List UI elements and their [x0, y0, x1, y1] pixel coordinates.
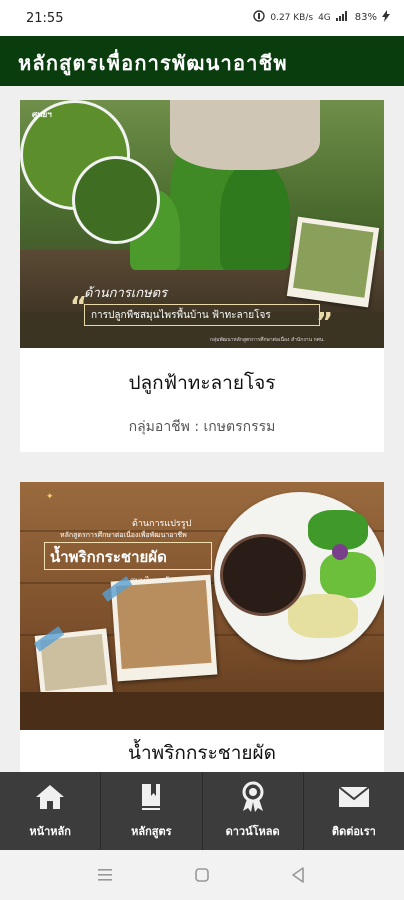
image-course-label: การปลูกพืชสมุนไพรพื้นบ้าน ฟ้าทะลายโจร: [84, 304, 320, 326]
tab-contact[interactable]: ติดต่อเรา: [304, 772, 404, 850]
alarm-icon: [253, 10, 266, 25]
signal-icon: [335, 11, 350, 24]
course-card[interactable]: ศูนย์ฯ ด้านการเกษตร “ การปลูกพืชสมุนไพรพ…: [20, 100, 384, 452]
network-speed: 0.27 KB/s: [270, 12, 314, 23]
network-type: 4G: [318, 12, 331, 23]
image-footer-text: กลุ่มพัฒนาหลักสูตรการศึกษาต่อเนื่อง สำนั…: [210, 337, 325, 343]
course-card[interactable]: ✦ ด้านการแปรรูป หลักสูตรการศึกษาต่อเนื่อ…: [20, 482, 384, 772]
tab-label: หน้าหลัก: [29, 825, 71, 838]
course-title[interactable]: น้ำพริกกระชายผัด: [20, 738, 384, 768]
course-list[interactable]: ศูนย์ฯ ด้านการเกษตร “ การปลูกพืชสมุนไพรพ…: [0, 86, 404, 772]
status-time: 21:55: [26, 11, 64, 26]
image-category-label: ด้านการแปรรูป: [132, 519, 192, 529]
tab-home[interactable]: หน้าหลัก: [0, 772, 102, 850]
home-button[interactable]: [191, 864, 213, 886]
image-course-label: น้ำพริกกระชายผัด: [50, 548, 167, 566]
seedling-tray-circle: [72, 156, 160, 244]
book-icon: [134, 780, 168, 814]
galangal-photo: [110, 574, 218, 682]
chili-paste-bowl: [220, 534, 306, 616]
course-category: กลุ่มอาชีพ : เกษตรกรรม: [128, 419, 276, 435]
course-image[interactable]: ศูนย์ฯ ด้านการเกษตร “ การปลูกพืชสมุนไพรพ…: [20, 100, 384, 348]
system-nav-bar: [0, 850, 404, 900]
publisher-logo: ศูนย์ฯ: [32, 110, 52, 119]
status-bar: 21:55 0.27 KB/s 4G 83%: [0, 0, 404, 36]
mail-icon: [337, 780, 371, 814]
course-image[interactable]: ✦ ด้านการแปรรูป หลักสูตรการศึกษาต่อเนื่อ…: [20, 482, 384, 730]
page-title: หลักสูตรเพื่อการพัฒนาอาชีพ: [18, 51, 288, 75]
charging-icon: [382, 10, 390, 25]
herb-photo: [286, 216, 380, 308]
tab-label: ติดต่อเรา: [331, 825, 376, 838]
back-button[interactable]: [287, 864, 309, 886]
course-title[interactable]: ปลูกฟ้าทะลายโจร: [20, 368, 384, 398]
battery-level: 83%: [354, 12, 377, 23]
tab-download[interactable]: ดาวน์โหลด: [203, 772, 304, 850]
image-category-label: ด้านการเกษตร: [84, 286, 168, 301]
tab-courses[interactable]: หลักสูตร: [101, 772, 203, 850]
tab-label: ดาวน์โหลด: [225, 825, 280, 838]
image-course-line: หลักสูตรการศึกษาต่อเนื่องเพื่อพัฒนาอาชีพ: [60, 531, 187, 539]
status-indicators: 0.27 KB/s 4G 83%: [253, 10, 390, 25]
recents-button[interactable]: [94, 864, 116, 886]
bottom-tab-bar: หน้าหลัก หลักสูตร ดาวน์โหลด ติดต่อเรา: [0, 772, 404, 850]
app-header: หลักสูตรเพื่อการพัฒนาอาชีพ: [0, 36, 404, 86]
award-icon: [236, 780, 270, 814]
tab-label: หลักสูตร: [131, 825, 172, 838]
home-icon: [33, 780, 67, 814]
